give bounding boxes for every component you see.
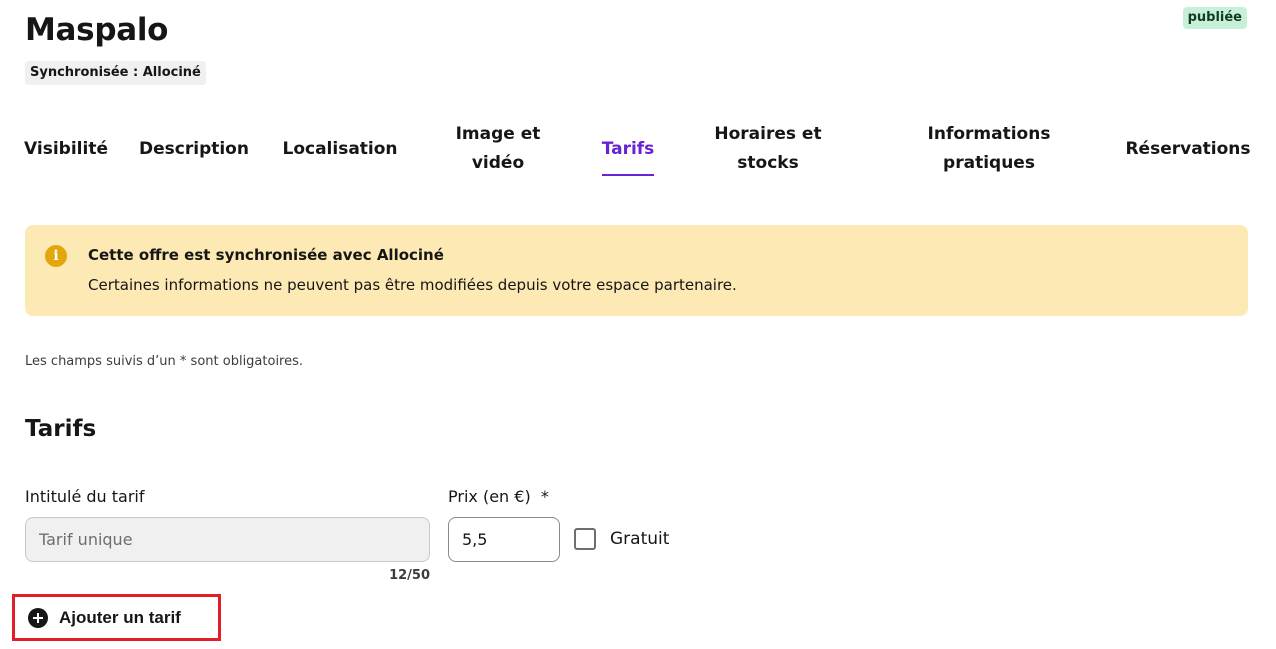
- sync-callout: i Cette offre est synchronisée avec Allo…: [25, 225, 1248, 316]
- offer-tabs: Visibilité Description Localisation Imag…: [24, 118, 1251, 180]
- intitule-input[interactable]: [25, 517, 430, 562]
- tab-informations-pratiques[interactable]: Informations pratiques: [915, 118, 1063, 180]
- section-title: Tarifs: [25, 416, 97, 442]
- intitule-label: Intitulé du tarif: [25, 487, 145, 506]
- plus-circle-icon: [28, 607, 48, 628]
- tab-tarifs[interactable]: Tarifs: [602, 118, 654, 180]
- intitule-char-counter: 12/50: [389, 568, 430, 583]
- sync-badge: Synchronisée : Allociné: [25, 61, 206, 85]
- add-tarif-label: Ajouter un tarif: [59, 607, 181, 627]
- tab-description[interactable]: Description: [139, 118, 249, 180]
- tab-image-et-video[interactable]: Image et vidéo: [445, 118, 551, 180]
- tab-visibilite[interactable]: Visibilité: [24, 118, 108, 180]
- tab-reservations[interactable]: Réservations: [1125, 118, 1250, 180]
- prix-label: Prix (en €) *: [448, 487, 549, 506]
- callout-text: Certaines informations ne peuvent pas êt…: [88, 276, 737, 294]
- prix-input[interactable]: [448, 517, 560, 562]
- required-fields-hint: Les champs suivis d’un * sont obligatoir…: [25, 354, 304, 369]
- status-badge: publiée: [1182, 7, 1247, 29]
- info-icon: i: [45, 245, 67, 267]
- gratuit-checkbox[interactable]: [574, 528, 596, 550]
- tab-horaires-et-stocks[interactable]: Horaires et stocks: [705, 118, 831, 180]
- page-title: Maspalo: [25, 12, 169, 48]
- gratuit-label[interactable]: Gratuit: [610, 528, 669, 550]
- callout-title: Cette offre est synchronisée avec Alloci…: [88, 246, 444, 264]
- add-tarif-button[interactable]: Ajouter un tarif: [12, 594, 221, 641]
- tab-localisation[interactable]: Localisation: [282, 118, 397, 180]
- offer-page: Maspalo publiée Synchronisée : Allociné …: [0, 0, 1276, 649]
